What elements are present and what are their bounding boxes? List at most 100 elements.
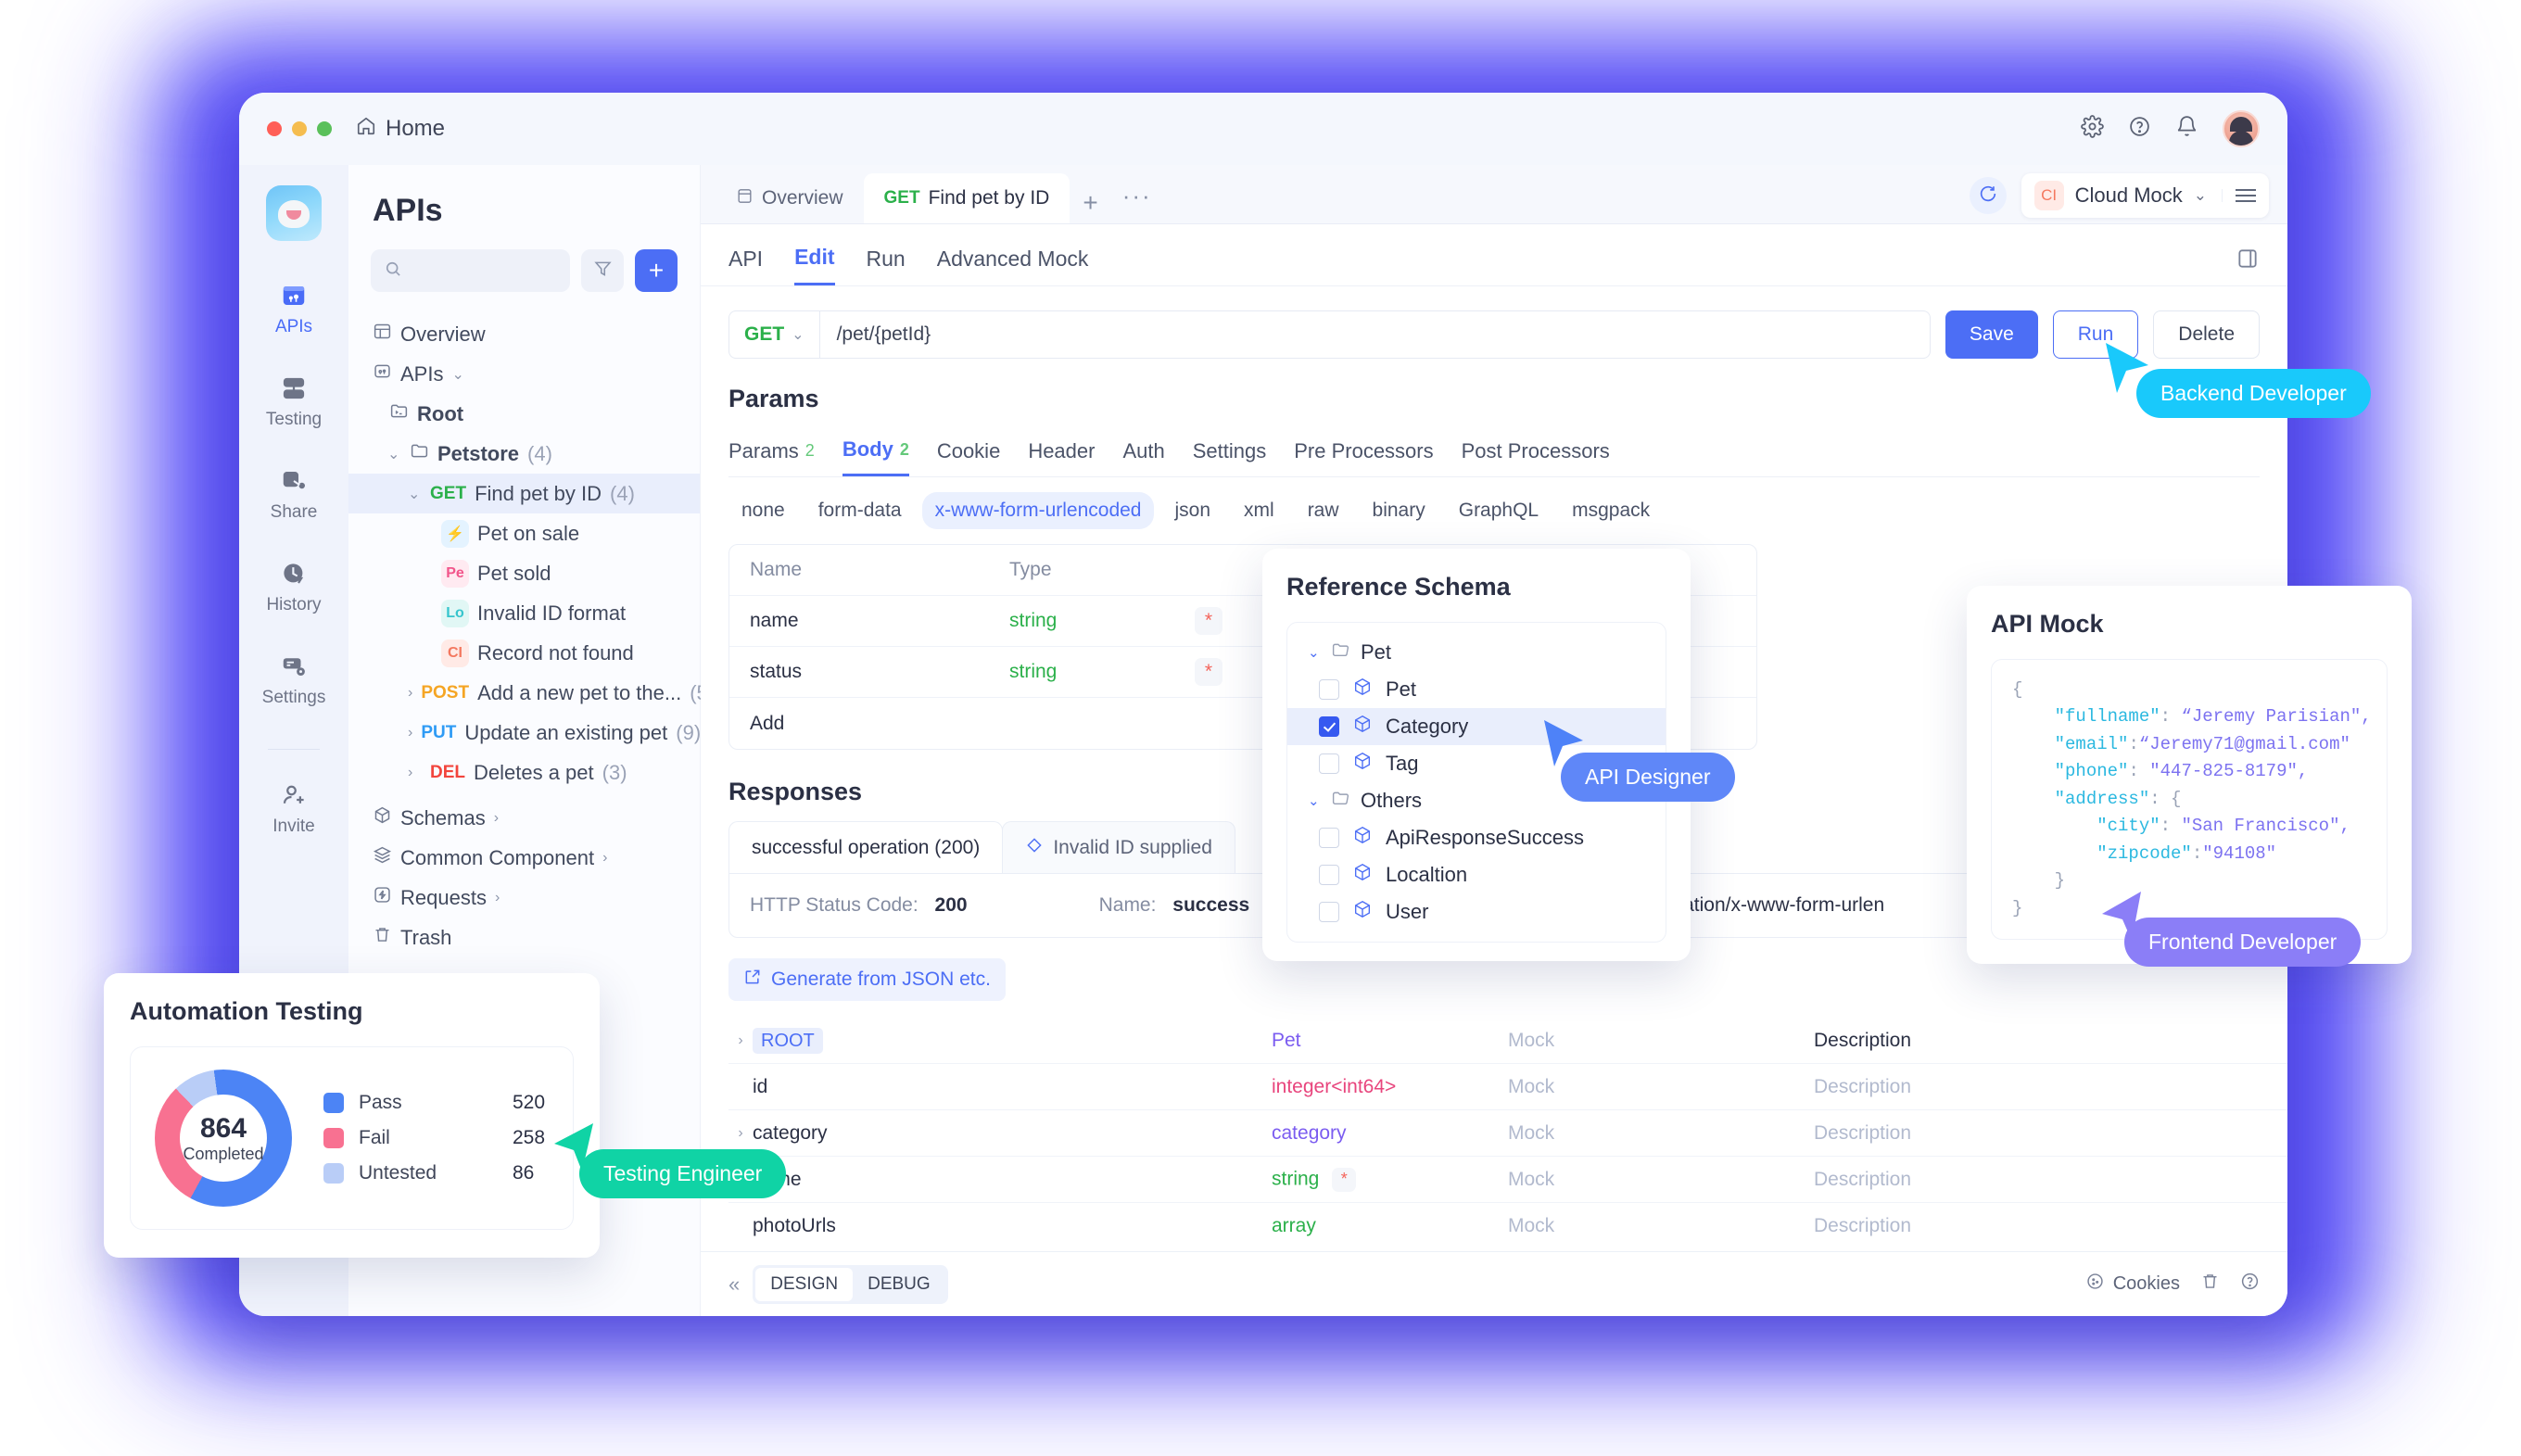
- window-controls[interactable]: [267, 121, 332, 136]
- tree-item-update-an-existing-pet[interactable]: › PUT Update an existing pet (9): [348, 713, 701, 753]
- btab-binary[interactable]: binary: [1360, 492, 1438, 529]
- tree-item-record-not-found[interactable]: CI Record not found: [348, 633, 700, 673]
- rail-item-share[interactable]: Share: [239, 467, 348, 523]
- field-mock[interactable]: Mock: [1508, 1122, 1814, 1145]
- schema-root[interactable]: ROOT: [753, 1027, 1272, 1054]
- workspace-logo[interactable]: [266, 185, 322, 241]
- btab-form-data[interactable]: form-data: [805, 492, 915, 529]
- environment-selector[interactable]: CI Cloud Mock ⌄: [2021, 173, 2269, 218]
- ptab-header[interactable]: Header: [1028, 439, 1095, 475]
- cookies-button[interactable]: Cookies: [2085, 1272, 2180, 1297]
- checkbox[interactable]: [1319, 902, 1339, 922]
- gear-icon[interactable]: [2081, 115, 2104, 143]
- hamburger-icon[interactable]: [2222, 189, 2256, 202]
- response-tab-200[interactable]: successful operation (200): [728, 821, 1004, 873]
- chevron-down-icon[interactable]: ⌄: [387, 445, 401, 463]
- table-row[interactable]: id integer<int64> Mock Description: [728, 1064, 2287, 1110]
- search-input[interactable]: [371, 249, 570, 292]
- url-input[interactable]: /pet/{petId}: [820, 323, 948, 346]
- tree-item-invalid-id-format[interactable]: Lo Invalid ID format: [348, 593, 700, 633]
- rail-item-invite[interactable]: Invite: [239, 781, 348, 837]
- schema-item-pet[interactable]: Pet: [1287, 671, 1666, 708]
- save-button[interactable]: Save: [1945, 310, 2038, 359]
- ptab-cookie[interactable]: Cookie: [937, 439, 1000, 475]
- tree-item-petstore[interactable]: ⌄ Petstore (4): [348, 434, 700, 474]
- schema-item-apiresponsesuccess[interactable]: ApiResponseSuccess: [1287, 819, 1666, 856]
- tree-item-overview[interactable]: Overview: [348, 314, 700, 354]
- btab-none[interactable]: none: [728, 492, 798, 529]
- subtab-run[interactable]: Run: [867, 247, 906, 285]
- response-tab-invalid-id[interactable]: Invalid ID supplied: [1002, 821, 1235, 873]
- checkbox[interactable]: [1319, 865, 1339, 885]
- chevron-down-icon[interactable]: ⌄: [1308, 792, 1321, 809]
- segment-design[interactable]: DESIGN: [755, 1267, 854, 1301]
- tree-item-add-a-new-pet[interactable]: › POST Add a new pet to the... (5): [348, 673, 715, 713]
- field-description[interactable]: Description: [1814, 1076, 1911, 1098]
- segment-debug[interactable]: DEBUG: [853, 1268, 945, 1301]
- bell-icon[interactable]: [2175, 115, 2198, 143]
- tree-item-trash[interactable]: Trash: [348, 918, 700, 957]
- chevron-down-icon[interactable]: ⌄: [451, 365, 465, 384]
- chevron-right-icon[interactable]: ›: [494, 810, 508, 827]
- checkbox[interactable]: [1319, 716, 1339, 737]
- subtab-advanced-mock[interactable]: Advanced Mock: [937, 247, 1089, 285]
- new-tab-button[interactable]: +: [1070, 188, 1110, 223]
- ptab-auth[interactable]: Auth: [1122, 439, 1164, 475]
- schema-item-localtion[interactable]: Localtion: [1287, 856, 1666, 893]
- chevron-down-icon[interactable]: ⌄: [1308, 644, 1321, 661]
- ptab-post-processors[interactable]: Post Processors: [1462, 439, 1610, 475]
- avatar[interactable]: [2223, 110, 2260, 147]
- ptab-body[interactable]: Body 2: [842, 437, 909, 476]
- btab-json[interactable]: json: [1161, 492, 1223, 529]
- tree-item-pet-on-sale[interactable]: ⚡ Pet on sale: [348, 513, 700, 553]
- ptab-pre-processors[interactable]: Pre Processors: [1294, 439, 1433, 475]
- chevron-right-icon[interactable]: ›: [728, 1125, 753, 1142]
- checkbox[interactable]: [1319, 753, 1339, 774]
- schema-group-pet[interactable]: ⌄ Pet: [1287, 634, 1666, 671]
- collapse-button[interactable]: «: [728, 1272, 740, 1297]
- field-description[interactable]: Description: [1814, 1122, 1911, 1145]
- chevron-down-icon[interactable]: ⌄: [2194, 186, 2207, 205]
- filter-button[interactable]: [581, 249, 624, 292]
- schema-item-category[interactable]: Category: [1287, 708, 1666, 745]
- tree-item-requests[interactable]: Requests ›: [348, 878, 700, 918]
- home-breadcrumb[interactable]: Home: [356, 116, 445, 143]
- tree-item-pet-sold[interactable]: Pe Pet sold: [348, 553, 700, 593]
- maximize-window-button[interactable]: [317, 121, 332, 136]
- table-row[interactable]: name string * Mock Description: [728, 1157, 2287, 1203]
- checkbox[interactable]: [1319, 679, 1339, 700]
- field-description[interactable]: Description: [1814, 1215, 1911, 1237]
- close-window-button[interactable]: [267, 121, 282, 136]
- chevron-right-icon[interactable]: ›: [408, 725, 412, 741]
- chevron-right-icon[interactable]: ›: [408, 765, 422, 781]
- tab-find-pet-by-id[interactable]: GET Find pet by ID: [863, 173, 1070, 223]
- trash-icon[interactable]: [2200, 1272, 2220, 1297]
- table-row[interactable]: photoUrls array Mock Description: [728, 1203, 2287, 1249]
- btab-x-www-form-urlencoded[interactable]: x-www-form-urlencoded: [921, 492, 1155, 529]
- minimize-window-button[interactable]: [292, 121, 307, 136]
- rail-item-settings[interactable]: Settings: [239, 652, 348, 708]
- btab-graphql[interactable]: GraphQL: [1446, 492, 1552, 529]
- field-description[interactable]: Description: [1814, 1169, 1911, 1191]
- btab-msgpack[interactable]: msgpack: [1559, 492, 1663, 529]
- sync-button[interactable]: [1969, 177, 2007, 214]
- panel-toggle-button[interactable]: [2236, 247, 2260, 285]
- field-mock[interactable]: Mock: [1508, 1215, 1814, 1237]
- generate-from-json-button[interactable]: Generate from JSON etc.: [728, 958, 1006, 1001]
- rail-item-testing[interactable]: Testing: [239, 374, 348, 430]
- ptab-params[interactable]: Params 2: [728, 439, 815, 475]
- rail-item-history[interactable]: History: [239, 560, 348, 615]
- url-input-group[interactable]: GET ⌄ /pet/{petId}: [728, 310, 1931, 359]
- checkbox[interactable]: [1319, 828, 1339, 848]
- btab-raw[interactable]: raw: [1295, 492, 1352, 529]
- field-mock[interactable]: Mock: [1508, 1076, 1814, 1098]
- tree-item-deletes-a-pet[interactable]: › DEL Deletes a pet (3): [348, 753, 700, 792]
- tree-item-schemas[interactable]: Schemas ›: [348, 798, 700, 838]
- help-icon[interactable]: [2240, 1272, 2260, 1297]
- tree-item-apis[interactable]: APIs ⌄: [348, 354, 700, 394]
- chevron-down-icon[interactable]: ⌄: [408, 485, 422, 503]
- tree-item-find-pet-by-id[interactable]: ⌄ GET Find pet by ID (4): [348, 474, 700, 513]
- chevron-right-icon[interactable]: ›: [408, 685, 412, 702]
- help-icon[interactable]: [2128, 115, 2151, 143]
- schema-item-user[interactable]: User: [1287, 893, 1666, 931]
